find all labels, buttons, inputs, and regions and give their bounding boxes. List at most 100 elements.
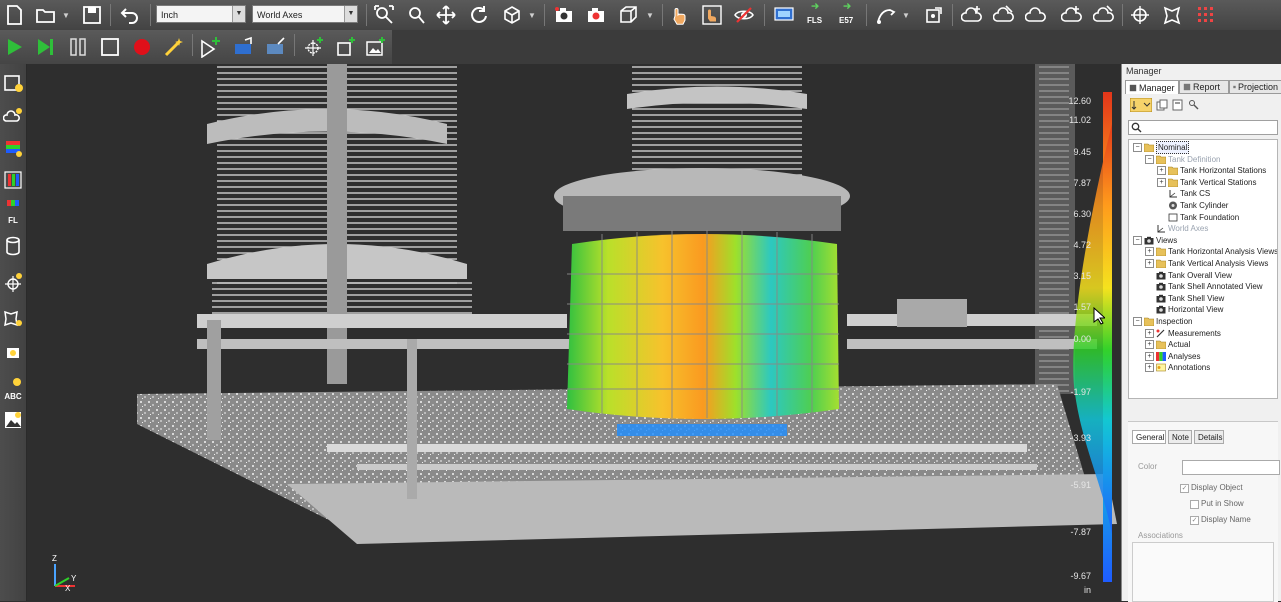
import-fls-button[interactable]: FLS xyxy=(804,0,828,28)
display-object-checkbox[interactable]: ✓ xyxy=(1180,484,1189,493)
put-in-show-checkbox[interactable] xyxy=(1190,500,1199,509)
props-tab-note[interactable]: Note xyxy=(1168,430,1192,444)
undo-icon[interactable] xyxy=(118,3,142,27)
cloud-add-icon[interactable] xyxy=(960,3,984,27)
expand-icon[interactable]: + xyxy=(1145,328,1154,338)
tree-item[interactable]: − Views xyxy=(1133,235,1177,246)
expand-icon[interactable]: + xyxy=(1145,363,1154,373)
expand-icon[interactable]: + xyxy=(1157,166,1166,176)
tree-item[interactable]: + Tank Horizontal Stations xyxy=(1157,165,1266,176)
open-folder-icon[interactable] xyxy=(34,3,58,27)
tree-item[interactable]: + Actual xyxy=(1145,339,1190,350)
link-icon[interactable] xyxy=(1188,99,1200,111)
annotation-tool-icon[interactable] xyxy=(2,346,24,372)
units-combo[interactable]: Inch ▼ xyxy=(156,5,246,23)
cylinder-tool-icon[interactable] xyxy=(2,236,24,262)
cloud-merge-icon[interactable] xyxy=(1060,3,1084,27)
cloud-edit-icon[interactable] xyxy=(992,3,1016,27)
scanner-icon[interactable] xyxy=(772,3,796,27)
tree-item[interactable]: World Axes xyxy=(1145,223,1208,234)
tree-item[interactable]: + Tank Horizontal Analysis Views xyxy=(1145,246,1277,257)
measure-point-icon[interactable] xyxy=(2,74,24,100)
point-target-icon[interactable] xyxy=(2,272,24,298)
pause-icon[interactable] xyxy=(66,35,90,59)
section-map-icon[interactable] xyxy=(2,170,24,196)
crosshair-add-icon[interactable] xyxy=(302,35,326,59)
image-add-icon[interactable] xyxy=(364,35,388,59)
props-tab-details[interactable]: Details xyxy=(1194,430,1224,444)
hand-select-icon[interactable] xyxy=(700,3,724,27)
view-cube-icon[interactable] xyxy=(500,3,524,27)
wand-icon[interactable] xyxy=(162,35,186,59)
camera-view-icon[interactable] xyxy=(552,3,576,27)
tree-item[interactable]: − Nominal xyxy=(1133,141,1190,154)
color-map-icon[interactable] xyxy=(2,138,24,164)
cube-display-icon[interactable] xyxy=(616,3,640,27)
add-sequence-icon[interactable] xyxy=(198,35,222,59)
tree-item[interactable]: + Measurements xyxy=(1145,328,1221,339)
image-tool-icon[interactable] xyxy=(2,410,24,436)
tree-item[interactable]: + Annotations xyxy=(1145,362,1210,373)
camera-capture-icon[interactable] xyxy=(584,3,608,27)
color-field[interactable] xyxy=(1182,460,1280,475)
frame-add-icon[interactable] xyxy=(334,35,358,59)
tree-item[interactable]: Tank Cylinder xyxy=(1157,200,1228,211)
step-play-icon[interactable] xyxy=(34,35,58,59)
expand-icon[interactable]: + xyxy=(1157,177,1166,187)
play-icon[interactable] xyxy=(2,35,26,59)
tree-search-input[interactable] xyxy=(1128,120,1278,135)
collapse-icon[interactable]: − xyxy=(1133,143,1142,152)
device-settings-icon[interactable] xyxy=(232,35,256,59)
open-dropdown-arrow[interactable]: ▼ xyxy=(62,3,70,27)
display-dropdown-arrow[interactable]: ▼ xyxy=(646,3,654,27)
rotate-icon[interactable] xyxy=(466,3,490,27)
collapse-icon[interactable]: − xyxy=(1133,235,1142,245)
save-icon[interactable] xyxy=(80,3,104,27)
axes-combo[interactable]: World Axes ▼ xyxy=(252,5,358,23)
tree-item[interactable]: Tank Shell Annotated View xyxy=(1145,281,1263,292)
surface-measure-icon[interactable] xyxy=(2,308,24,334)
device-icon[interactable] xyxy=(922,3,946,27)
tab-projection[interactable]: Projection xyxy=(1229,80,1281,94)
tree-item[interactable]: Tank Foundation xyxy=(1157,212,1239,223)
import-e57-button[interactable]: E57 xyxy=(836,0,860,28)
target-icon[interactable] xyxy=(1128,3,1152,27)
tree-item[interactable]: Tank Shell View xyxy=(1145,293,1224,304)
probe-dropdown-arrow[interactable]: ▼ xyxy=(902,3,910,27)
hand-pointer-icon[interactable] xyxy=(668,3,692,27)
tree-item[interactable]: Tank CS xyxy=(1157,188,1210,199)
props-tab-general[interactable]: General xyxy=(1132,430,1166,444)
zoom-window-icon[interactable] xyxy=(404,3,428,27)
tree-item[interactable]: Horizontal View xyxy=(1145,304,1223,315)
tree-item[interactable]: + Analyses xyxy=(1145,351,1200,362)
surface-icon[interactable] xyxy=(1160,3,1184,27)
tree-item[interactable]: − Tank Definition xyxy=(1145,154,1220,165)
view-dropdown-arrow[interactable]: ▼ xyxy=(528,3,536,27)
tree-item[interactable]: + Tank Vertical Stations xyxy=(1157,177,1256,188)
expand-icon[interactable]: + xyxy=(1145,340,1154,350)
hide-eye-icon[interactable] xyxy=(732,3,756,27)
tab-report[interactable]: Report xyxy=(1179,80,1229,94)
measure-cloud-icon[interactable] xyxy=(2,106,24,132)
zoom-fit-icon[interactable] xyxy=(372,3,396,27)
record-icon[interactable] xyxy=(130,35,154,59)
tab-manager[interactable]: Manager xyxy=(1125,80,1179,94)
expand-icon[interactable]: + xyxy=(1145,259,1154,268)
cloud-remove-icon[interactable] xyxy=(1024,3,1048,27)
paste-icon[interactable] xyxy=(1172,99,1184,111)
associations-list[interactable] xyxy=(1132,542,1274,602)
probe-icon[interactable] xyxy=(874,3,898,27)
expand-icon[interactable]: + xyxy=(1145,247,1154,257)
collapse-icon[interactable]: − xyxy=(1133,317,1142,326)
tree-item[interactable]: Tank Overall View xyxy=(1145,270,1232,281)
collapse-icon[interactable]: − xyxy=(1145,154,1154,164)
pan-icon[interactable] xyxy=(434,3,458,27)
display-name-checkbox[interactable]: ✓ xyxy=(1190,516,1199,525)
sort-icon[interactable] xyxy=(1130,98,1152,112)
point-cloud-scene[interactable] xyxy=(27,64,1120,601)
tree-item[interactable]: − Inspection xyxy=(1133,316,1192,327)
tree-item[interactable]: + Tank Vertical Analysis Views xyxy=(1145,258,1268,269)
cloud-filter-icon[interactable] xyxy=(1092,3,1116,27)
grid-settings-icon[interactable] xyxy=(1194,3,1218,27)
device-edit-icon[interactable] xyxy=(264,35,288,59)
